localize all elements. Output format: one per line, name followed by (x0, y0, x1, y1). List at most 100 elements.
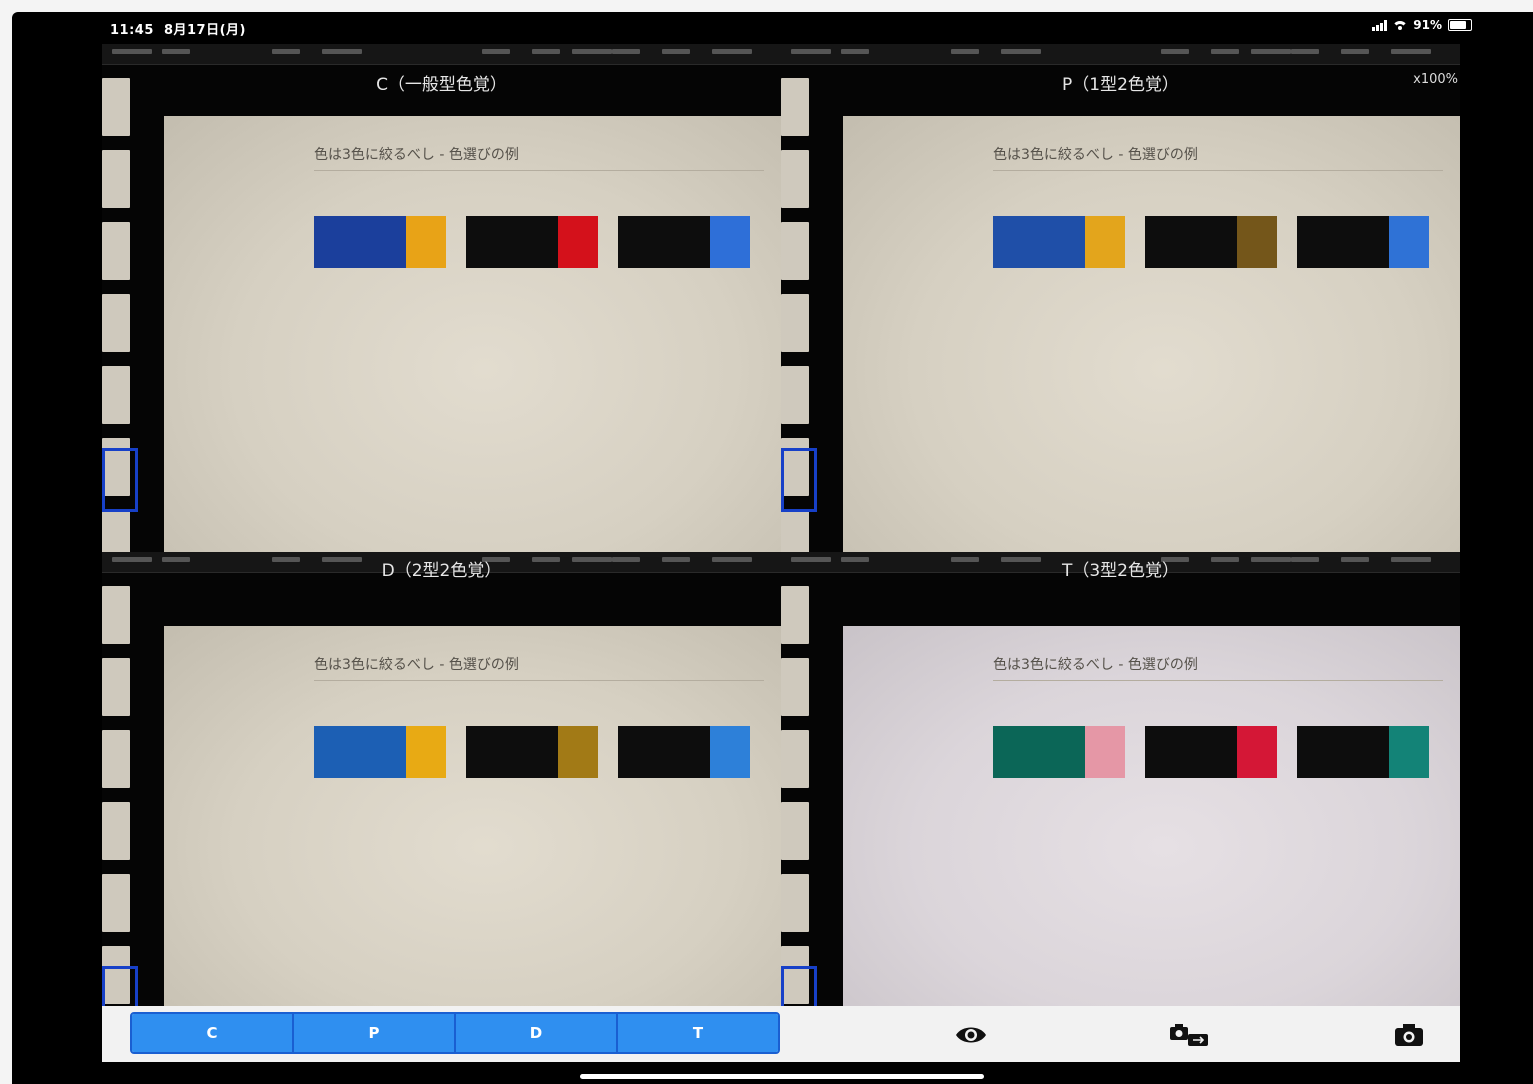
color-swatch (618, 726, 750, 778)
slide-thumbnail (781, 510, 809, 552)
eye-icon[interactable] (954, 1022, 988, 1048)
toolbar-item (662, 49, 690, 54)
slide-title: 色は3色に絞るべし - 色選びの例 (314, 654, 764, 681)
swatch-main-color (993, 726, 1085, 778)
slide-thumbnails (781, 586, 817, 1006)
swatch-main-color (1145, 726, 1237, 778)
zoom-level: x100% (1413, 72, 1458, 87)
segment-p-button[interactable]: P (294, 1014, 456, 1052)
slide-thumbnail (781, 658, 809, 716)
slide: 色は3色に絞るべし - 色選びの例 (164, 626, 781, 1006)
battery-icon (1448, 19, 1472, 31)
toolbar-item (712, 557, 752, 562)
segment-d-button[interactable]: D (456, 1014, 618, 1052)
swatch-main-color (314, 726, 406, 778)
toolbar-item (1341, 49, 1369, 54)
wifi-icon (1393, 20, 1408, 30)
swatch-accent-color (1389, 726, 1429, 778)
toolbar-item (791, 49, 831, 54)
toolbar-item (662, 557, 690, 562)
toolbar-item (1391, 557, 1431, 562)
home-indicator (580, 1074, 984, 1079)
toolbar-item (1291, 49, 1319, 54)
color-swatch (993, 216, 1125, 268)
swatch-accent-color (558, 726, 598, 778)
toolbar-item (1001, 49, 1041, 54)
toolbar-item (612, 49, 640, 54)
color-swatch (993, 726, 1125, 778)
toolbar-item (1291, 557, 1319, 562)
toolbar-item (572, 557, 612, 562)
swatch-main-color (1297, 726, 1389, 778)
swatch-main-color (618, 726, 710, 778)
toolbar-item (482, 49, 510, 54)
toolbar-item (1341, 557, 1369, 562)
app-toolbar-strip (102, 552, 781, 573)
toolbar-item (612, 557, 640, 562)
view-t[interactable]: T（3型2色覚） 色は3色に絞るべし - 色選びの例 (781, 552, 1460, 1006)
segment-t-button[interactable]: T (618, 1014, 778, 1052)
slide-thumbnail (102, 658, 130, 716)
app-toolbar-strip (781, 552, 1460, 573)
slide: 色は3色に絞るべし - 色選びの例 (843, 116, 1460, 552)
slide-title: 色は3色に絞るべし - 色選びの例 (993, 144, 1443, 171)
swatch-accent-color (406, 726, 446, 778)
view-p[interactable]: P（1型2色覚） x100% 色は3色に絞るべし - 色選びの例 (781, 44, 1460, 552)
color-swatch (1145, 216, 1277, 268)
slide-thumbnail (102, 294, 130, 352)
toolbar-item (791, 557, 831, 562)
slide-thumbnail (781, 730, 809, 788)
swatch-accent-color (710, 216, 750, 268)
toolbar-item (951, 557, 979, 562)
view-c[interactable]: C（一般型色覚） 色は3色に絞るべし - 色選びの例 (102, 44, 781, 552)
toolbar-item (112, 49, 152, 54)
camera-switch-icon[interactable] (1168, 1022, 1212, 1048)
slide-thumbnail (781, 78, 809, 136)
toolbar-item (322, 49, 362, 54)
camera-icon[interactable] (1392, 1022, 1426, 1048)
slide-thumbnail (102, 510, 130, 552)
toolbar-item (1251, 557, 1291, 562)
swatch-main-color (618, 216, 710, 268)
vision-type-segmented-control: C P D T (130, 1012, 780, 1054)
slide-thumbnail (102, 150, 130, 208)
toolbar-item (1161, 557, 1189, 562)
slide-thumbnail (102, 874, 130, 932)
slide-thumbnails (781, 78, 817, 552)
toolbar-item (1211, 49, 1239, 54)
toolbar-item (1391, 49, 1431, 54)
selected-thumbnail (781, 448, 817, 512)
bottom-toolbar: C P D T (102, 1006, 1460, 1062)
swatch-main-color (314, 216, 406, 268)
toolbar-item (712, 49, 752, 54)
slide-thumbnail (781, 874, 809, 932)
swatch-group (314, 726, 750, 778)
selected-thumbnail (781, 966, 817, 1006)
toolbar-item (532, 49, 560, 54)
slide-thumbnail (102, 802, 130, 860)
toolbar-item (112, 557, 152, 562)
slide-thumbnail (781, 294, 809, 352)
color-swatch (314, 726, 446, 778)
swatch-group (993, 216, 1429, 268)
slide-thumbnail (102, 78, 130, 136)
view-p-title: P（1型2色覚） (1062, 75, 1179, 95)
swatch-main-color (993, 216, 1085, 268)
toolbar-item (572, 49, 612, 54)
toolbar-item (322, 557, 362, 562)
view-c-title: C（一般型色覚） (376, 75, 507, 95)
slide: 色は3色に絞るべし - 色選びの例 (843, 626, 1460, 1006)
slide-thumbnail (102, 222, 130, 280)
swatch-accent-color (406, 216, 446, 268)
status-date: 8月17日(月) (163, 23, 246, 38)
status-time: 11:45 8月17日(月) (110, 23, 246, 38)
swatch-accent-color (1237, 216, 1277, 268)
segment-c-button[interactable]: C (132, 1014, 294, 1052)
view-d[interactable]: D（2型2色覚） 色は3色に絞るべし - 色選びの例 (102, 552, 781, 1006)
slide-thumbnail (781, 586, 809, 644)
slide-title: 色は3色に絞るべし - 色選びの例 (314, 144, 764, 171)
toolbar-item (841, 49, 869, 54)
status-indicators: 91% (1372, 18, 1472, 32)
slide-thumbnail (781, 802, 809, 860)
selected-thumbnail (102, 448, 138, 512)
